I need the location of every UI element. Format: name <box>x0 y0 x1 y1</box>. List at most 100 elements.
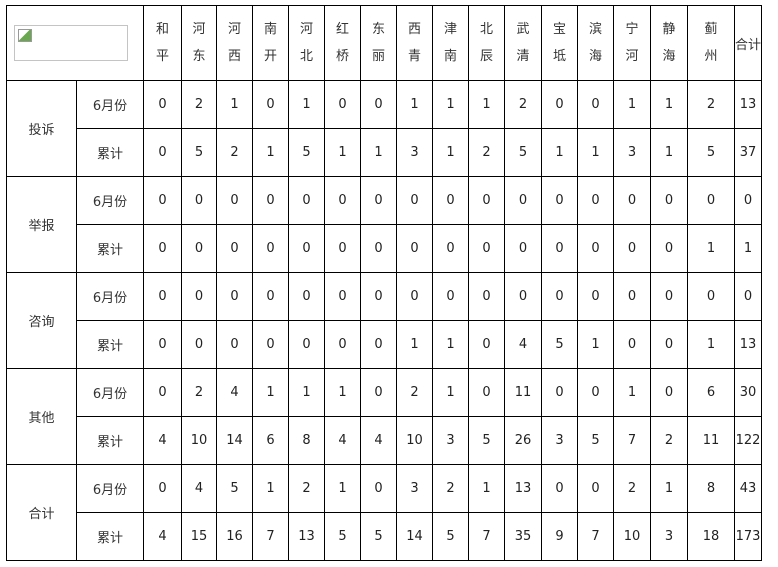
value-cell: 4 <box>181 464 217 513</box>
value-cell: 0 <box>650 368 688 417</box>
value-cell: 3 <box>541 416 578 465</box>
value-cell: 26 <box>504 416 542 465</box>
value-cell: 5 <box>181 128 217 177</box>
table-row: 咨询 6月份 0 0 0 0 0 0 0 0 0 0 0 0 0 0 0 0 0 <box>6 272 763 369</box>
total-value-cell: 30 <box>733 368 763 417</box>
value-cell: 0 <box>143 80 182 129</box>
district-header: 静海 <box>650 5 688 81</box>
period-label: 累计 <box>76 224 144 273</box>
value-cell: 6 <box>687 368 735 417</box>
table-row: 累计 0 5 2 1 5 1 1 3 1 2 5 1 1 3 1 5 37 <box>7 128 763 177</box>
value-cell: 0 <box>252 80 289 129</box>
value-cell: 0 <box>181 272 217 321</box>
value-cell: 3 <box>432 416 469 465</box>
total-value-cell: 1 <box>733 224 763 273</box>
value-cell: 1 <box>252 128 289 177</box>
value-cell: 0 <box>360 368 397 417</box>
total-value-cell: 0 <box>733 272 763 321</box>
value-cell: 0 <box>396 224 433 273</box>
value-cell: 0 <box>216 272 253 321</box>
district-header: 蓟州 <box>687 5 735 81</box>
value-cell: 8 <box>288 416 325 465</box>
value-cell: 7 <box>468 512 505 561</box>
value-cell: 0 <box>504 224 542 273</box>
value-cell: 0 <box>650 176 688 225</box>
value-cell: 5 <box>504 128 542 177</box>
value-cell: 1 <box>468 464 505 513</box>
value-cell: 1 <box>650 80 688 129</box>
value-cell: 0 <box>468 320 505 369</box>
category-cell: 投诉 <box>6 80 77 177</box>
value-cell: 4 <box>504 320 542 369</box>
value-cell: 5 <box>288 128 325 177</box>
value-cell: 3 <box>396 128 433 177</box>
district-header: 南开 <box>252 5 289 81</box>
table-row: 累计 4 15 16 7 13 5 5 14 5 7 35 9 7 10 3 18 173 <box>7 512 763 561</box>
statistics-table: 和平河东河西南开河北红桥东丽西青津南北辰武清宝坻滨海宁河静海蓟州合计 投诉 6月份… <box>6 5 763 561</box>
total-value-cell: 0 <box>733 176 763 225</box>
value-cell: 0 <box>360 272 397 321</box>
value-cell: 0 <box>650 224 688 273</box>
value-cell: 2 <box>468 128 505 177</box>
value-cell: 1 <box>650 464 688 513</box>
value-cell: 0 <box>216 320 253 369</box>
district-header: 武清 <box>504 5 542 81</box>
value-cell: 3 <box>396 464 433 513</box>
value-cell: 5 <box>577 416 614 465</box>
value-cell: 0 <box>687 272 735 321</box>
total-value-cell: 173 <box>733 512 763 561</box>
value-cell: 0 <box>360 224 397 273</box>
value-cell: 5 <box>687 128 735 177</box>
value-cell: 1 <box>288 80 325 129</box>
value-cell: 0 <box>613 272 651 321</box>
value-cell: 2 <box>650 416 688 465</box>
value-cell: 0 <box>432 272 469 321</box>
value-cell: 14 <box>216 416 253 465</box>
value-cell: 1 <box>613 80 651 129</box>
value-cell: 0 <box>143 128 182 177</box>
value-cell: 0 <box>504 272 542 321</box>
value-cell: 0 <box>143 320 182 369</box>
value-cell: 0 <box>396 272 433 321</box>
period-label: 6月份 <box>76 272 144 321</box>
value-cell: 0 <box>577 176 614 225</box>
value-cell: 1 <box>360 128 397 177</box>
value-cell: 1 <box>252 464 289 513</box>
district-header: 滨海 <box>577 5 614 81</box>
value-cell: 2 <box>396 368 433 417</box>
period-label: 累计 <box>76 128 144 177</box>
value-cell: 0 <box>360 320 397 369</box>
table-row: 累计 4 10 14 6 8 4 4 10 3 5 26 3 5 7 2 11 122 <box>7 416 763 465</box>
value-cell: 11 <box>687 416 735 465</box>
value-cell: 4 <box>360 416 397 465</box>
district-header: 宝坻 <box>541 5 578 81</box>
value-cell: 1 <box>577 128 614 177</box>
total-value-cell: 13 <box>733 80 763 129</box>
value-cell: 0 <box>324 224 361 273</box>
value-cell: 0 <box>360 464 397 513</box>
value-cell: 7 <box>613 416 651 465</box>
value-cell: 5 <box>360 512 397 561</box>
value-cell: 2 <box>181 368 217 417</box>
value-cell: 18 <box>687 512 735 561</box>
value-cell: 1 <box>432 128 469 177</box>
district-header: 东丽 <box>360 5 397 81</box>
value-cell: 10 <box>613 512 651 561</box>
value-cell: 0 <box>288 224 325 273</box>
value-cell: 0 <box>324 320 361 369</box>
period-label: 6月份 <box>76 80 144 129</box>
value-cell: 4 <box>143 512 182 561</box>
total-value-cell: 43 <box>733 464 763 513</box>
period-label: 6月份 <box>76 368 144 417</box>
logo-cell <box>6 5 144 81</box>
total-value-cell: 13 <box>733 320 763 369</box>
value-cell: 1 <box>432 368 469 417</box>
total-value-cell: 37 <box>733 128 763 177</box>
value-cell: 1 <box>650 128 688 177</box>
category-cell: 举报 <box>6 176 77 273</box>
value-cell: 1 <box>324 368 361 417</box>
value-cell: 0 <box>504 176 542 225</box>
value-cell: 0 <box>396 176 433 225</box>
value-cell: 4 <box>143 416 182 465</box>
value-cell: 1 <box>432 320 469 369</box>
